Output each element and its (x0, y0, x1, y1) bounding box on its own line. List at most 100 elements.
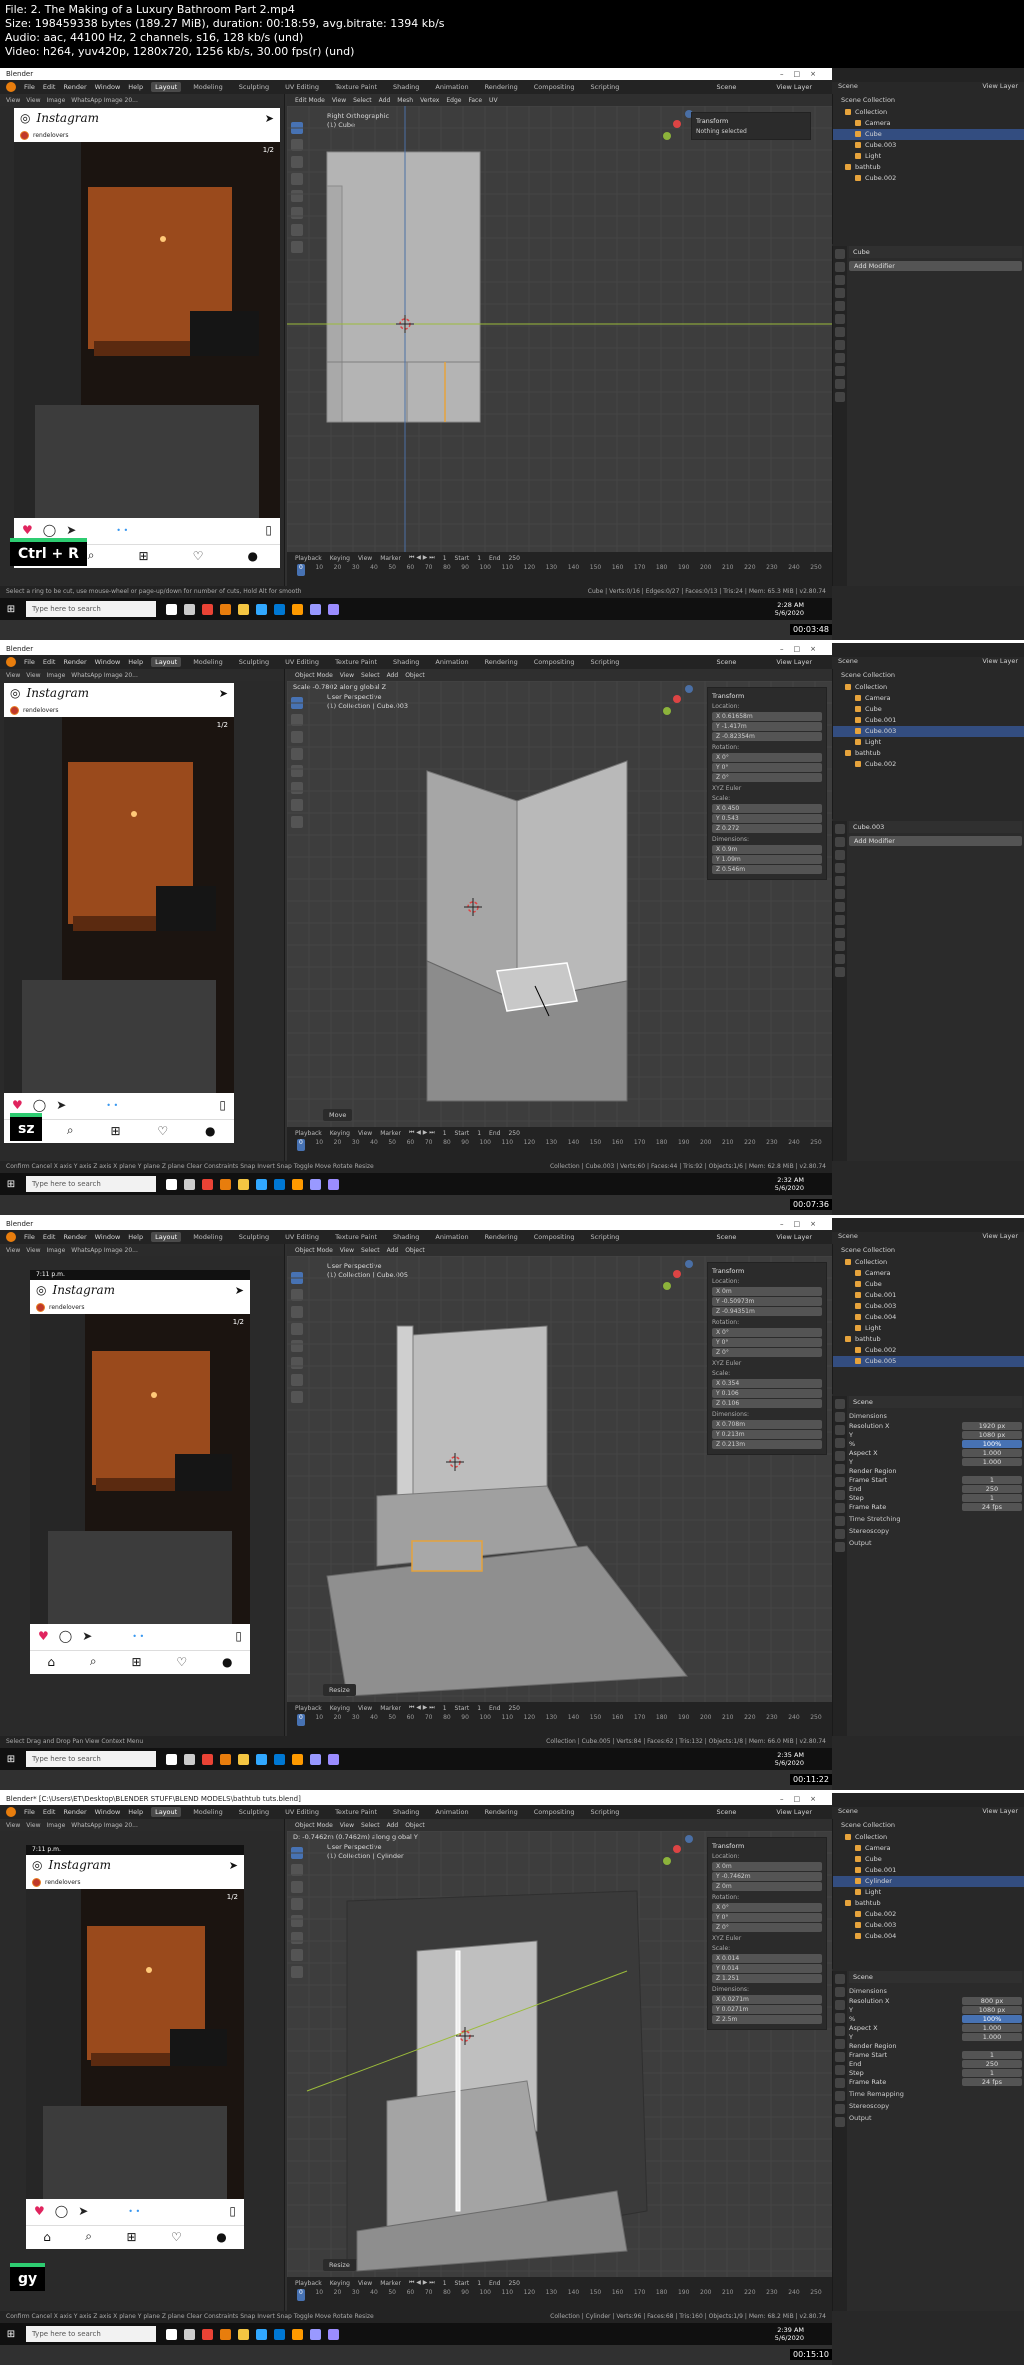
timeline-menu[interactable]: Keying (330, 1705, 350, 1712)
workspace-tab-shading[interactable]: Shading (389, 82, 423, 92)
timeline-menu[interactable]: Playback (295, 1130, 322, 1137)
menu-window[interactable]: Window (95, 83, 121, 91)
viewport-menu[interactable]: Face (468, 97, 482, 104)
menu-file[interactable]: File (24, 658, 35, 666)
property-field[interactable]: 800 px (962, 1997, 1022, 2005)
start-field[interactable]: 1 (477, 1705, 481, 1712)
location-field[interactable]: X 0m (712, 1862, 822, 1871)
outliner-item[interactable]: Camera (833, 118, 1024, 129)
playback-controls-icon[interactable]: ⏮ ◀ ▶ ⏭ (409, 2279, 435, 2287)
comment-icon[interactable]: ◯ (43, 523, 56, 537)
workspace-tab-uv-editing[interactable]: UV Editing (281, 657, 323, 667)
menu-window[interactable]: Window (95, 1808, 121, 1816)
outliner-item[interactable]: bathtub (833, 1334, 1024, 1345)
viewport-menu[interactable]: Object (405, 672, 425, 679)
edge-icon[interactable] (274, 2328, 285, 2340)
premiere-icon[interactable] (310, 1178, 321, 1190)
3d-viewport[interactable]: Edit Mode View Select Add Mesh Vertex Edge Face… (287, 94, 832, 586)
cortana-icon[interactable] (166, 2328, 177, 2340)
profile-icon[interactable]: ● (216, 2230, 226, 2244)
image-name-field[interactable]: WhatsApp Image 20... (71, 1822, 138, 1829)
comment-icon[interactable]: ◯ (55, 2204, 68, 2218)
end-field[interactable]: 250 (508, 555, 519, 562)
scale-field[interactable]: X 0.450 (712, 804, 822, 813)
image-editor-menu[interactable]: Image (47, 1822, 66, 1829)
output-tab-icon[interactable] (835, 1425, 845, 1435)
timeline-menu[interactable]: View (358, 2280, 372, 2287)
workspace-tab-compositing[interactable]: Compositing (530, 657, 579, 667)
viewport-menu[interactable]: Add (379, 97, 391, 104)
outliner-item[interactable]: Light (833, 1323, 1024, 1334)
edge-icon[interactable] (274, 1178, 285, 1190)
image-editor-menu[interactable]: Image (47, 672, 66, 679)
dimensions-field[interactable]: X 0.708m (712, 1420, 822, 1429)
premiere-icon[interactable] (310, 1753, 321, 1765)
property-field[interactable]: 1 (962, 1494, 1022, 1502)
share-icon[interactable]: ➤ (82, 1629, 92, 1643)
menu-render[interactable]: Render (63, 1808, 86, 1816)
render-tab-icon[interactable] (835, 837, 845, 847)
workspace-tab-layout[interactable]: Layout (151, 1232, 182, 1242)
menu-edit[interactable]: Edit (43, 1808, 56, 1816)
comment-icon[interactable]: ◯ (59, 1629, 72, 1643)
collapsed-panel[interactable]: Output (849, 2114, 1022, 2122)
outliner-item[interactable]: Collection (833, 107, 1024, 118)
outliner-item[interactable]: Cube (833, 704, 1024, 715)
dimensions-field[interactable]: Y 0.0271m (712, 2005, 822, 2014)
workspace-tab-shading[interactable]: Shading (389, 1807, 423, 1817)
avatar[interactable] (32, 1877, 41, 1887)
workspace-tab-sculpting[interactable]: Sculpting (235, 1807, 273, 1817)
outliner-item[interactable]: Cube.002 (833, 1909, 1024, 1920)
close-icon[interactable]: × (810, 645, 826, 653)
viewport-scene[interactable] (287, 106, 832, 552)
scene-tab-icon[interactable] (835, 863, 845, 873)
windows-start-icon[interactable]: ⊞ (0, 1748, 22, 1770)
particles-tab-icon[interactable] (835, 340, 845, 350)
image-editor-menu[interactable]: View (6, 1822, 20, 1829)
menu-edit[interactable]: Edit (43, 83, 56, 91)
workspace-tab-scripting[interactable]: Scripting (587, 657, 624, 667)
scene-tab-icon[interactable] (835, 2013, 845, 2023)
task-view-icon[interactable] (184, 1753, 195, 1765)
viewport-menu[interactable]: Edge (446, 97, 461, 104)
location-field[interactable]: Z 0m (712, 1882, 822, 1891)
property-field[interactable]: 1 (962, 2051, 1022, 2059)
3d-viewport[interactable]: Object Mode View Select Add Object Scale -0.7… (287, 669, 832, 1161)
viewport-menu[interactable]: Select (361, 672, 380, 679)
close-icon[interactable]: × (810, 1220, 826, 1228)
viewport-menu[interactable]: Add (387, 1247, 399, 1254)
3d-viewport[interactable]: Object Mode View Select Add Object User Persp… (287, 1244, 832, 1736)
property-field[interactable]: 24 fps (962, 1503, 1022, 1511)
explorer-icon[interactable] (238, 1753, 249, 1765)
rotation-field[interactable]: Z 0° (712, 1348, 822, 1357)
home-icon[interactable]: ⌂ (43, 2230, 51, 2244)
last-operator-panel[interactable]: Resize (323, 2259, 356, 2271)
modifier-tab-icon[interactable] (835, 902, 845, 912)
scale-field[interactable]: X 0.354 (712, 1379, 822, 1388)
menu-help[interactable]: Help (128, 1808, 143, 1816)
particles-tab-icon[interactable] (835, 1490, 845, 1500)
collapsed-panel[interactable]: Time Remapping (849, 2090, 1022, 2098)
workspace-tab-layout[interactable]: Layout (151, 1807, 182, 1817)
image-editor-menu[interactable]: View (26, 97, 40, 104)
illustrator-icon[interactable] (292, 2328, 303, 2340)
premiere-icon[interactable] (310, 2328, 321, 2340)
end-field[interactable]: 250 (508, 1705, 519, 1712)
outliner-item[interactable]: Collection (833, 1257, 1024, 1268)
data-tab-icon[interactable] (835, 379, 845, 389)
cortana-icon[interactable] (166, 603, 177, 615)
outliner-item[interactable]: Cube.001 (833, 1290, 1024, 1301)
minimize-icon[interactable]: – (780, 645, 794, 653)
timeline-menu[interactable]: Playback (295, 555, 322, 562)
chrome-icon[interactable] (202, 2328, 213, 2340)
property-field[interactable]: 1080 px (962, 2006, 1022, 2014)
activity-heart-icon[interactable]: ♡ (193, 549, 204, 563)
after-effects-icon[interactable] (328, 2328, 339, 2340)
viewport-menu[interactable]: Mesh (397, 97, 413, 104)
avatar[interactable] (36, 1302, 45, 1312)
search-icon[interactable]: ⌕ (85, 2229, 92, 2244)
viewport-menu[interactable]: Object (405, 1822, 425, 1829)
object-tab-icon[interactable] (835, 2039, 845, 2049)
property-field[interactable]: 1.000 (962, 1458, 1022, 1466)
property-field[interactable]: 250 (962, 2060, 1022, 2068)
